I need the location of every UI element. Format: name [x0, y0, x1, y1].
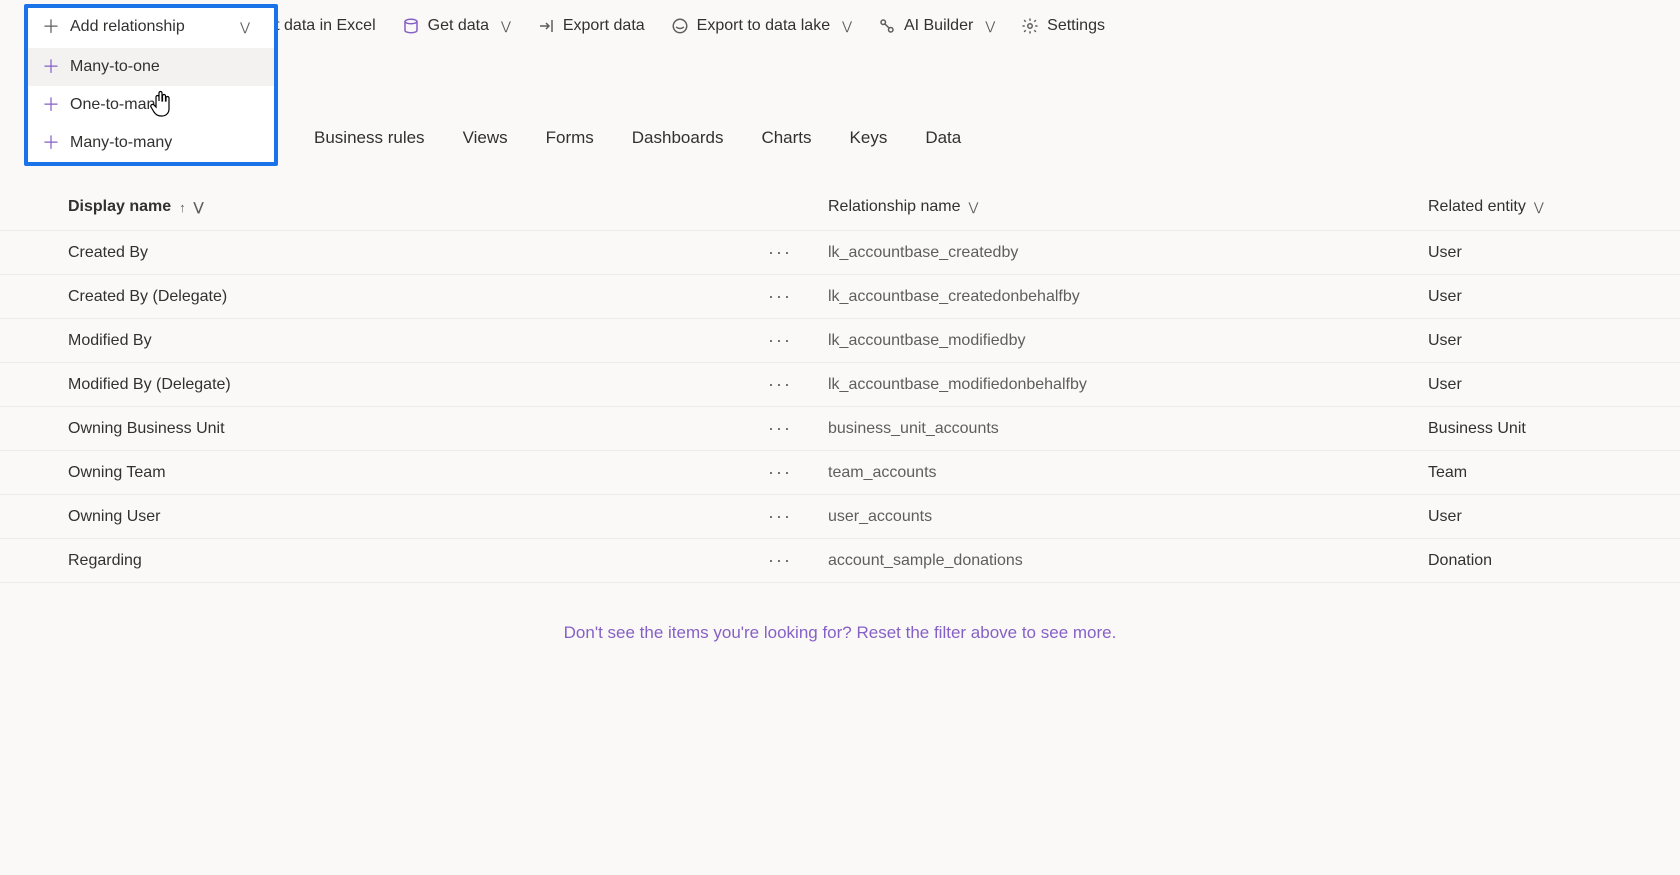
- relationships-table: Display name ↑ ⋁ Relationship name ⋁ Rel…: [0, 184, 1680, 583]
- cell-relationship-name: business_unit_accounts: [828, 420, 1428, 438]
- export-icon: [537, 17, 555, 35]
- chevron-down-icon: ⋁: [985, 19, 995, 33]
- table-body: Created By···lk_accountbase_createdbyUse…: [0, 231, 1680, 583]
- row-more-button[interactable]: ···: [768, 418, 828, 439]
- dropdown-item-label: Many-to-one: [70, 58, 160, 76]
- empty-state-message: Don't see the items you're looking for? …: [0, 583, 1680, 683]
- row-more-button[interactable]: ···: [768, 286, 828, 307]
- table-header: Display name ↑ ⋁ Relationship name ⋁ Rel…: [0, 184, 1680, 231]
- tab-views[interactable]: Views: [459, 122, 512, 154]
- tab-forms[interactable]: Forms: [542, 122, 598, 154]
- add-relationship-dropdown: ＋ Add relationship ⋁ ＋ Many-to-one ＋ One…: [24, 4, 278, 166]
- get-data-button[interactable]: Get data ⋁: [390, 11, 523, 41]
- settings-button[interactable]: Settings: [1009, 11, 1117, 41]
- sort-ascending-icon: ↑: [179, 200, 186, 215]
- table-row[interactable]: Owning Team···team_accountsTeam: [0, 451, 1680, 495]
- cell-relationship-name: lk_accountbase_createdby: [828, 244, 1428, 262]
- column-header-related-entity[interactable]: Related entity ⋁: [1428, 198, 1632, 216]
- table-row[interactable]: Owning User···user_accountsUser: [0, 495, 1680, 539]
- export-data-button[interactable]: Export data: [525, 11, 657, 41]
- tab-business-rules[interactable]: Business rules: [310, 122, 429, 154]
- cell-relationship-name: lk_accountbase_modifiedby: [828, 332, 1428, 350]
- row-more-button[interactable]: ···: [768, 550, 828, 571]
- cell-display-name: Created By (Delegate): [68, 288, 768, 306]
- dropdown-item-label: Many-to-many: [70, 134, 172, 152]
- cell-relationship-name: lk_accountbase_modifiedonbehalfby: [828, 376, 1428, 394]
- export-lake-label: Export to data lake: [697, 17, 830, 35]
- column-header-label: Display name: [68, 198, 171, 216]
- cell-related-entity: User: [1428, 508, 1632, 526]
- table-row[interactable]: Modified By···lk_accountbase_modifiedbyU…: [0, 319, 1680, 363]
- cell-display-name: Created By: [68, 244, 768, 262]
- table-row[interactable]: Created By (Delegate)···lk_accountbase_c…: [0, 275, 1680, 319]
- cell-display-name: Modified By: [68, 332, 768, 350]
- get-data-label: Get data: [428, 17, 489, 35]
- cell-display-name: Modified By (Delegate): [68, 376, 768, 394]
- plus-icon: ＋: [42, 134, 60, 152]
- cell-related-entity: Business Unit: [1428, 420, 1632, 438]
- cell-relationship-name: team_accounts: [828, 464, 1428, 482]
- settings-label: Settings: [1047, 17, 1105, 35]
- cell-related-entity: User: [1428, 376, 1632, 394]
- tab-data[interactable]: Data: [921, 122, 965, 154]
- tab-keys[interactable]: Keys: [846, 122, 892, 154]
- cell-display-name: Regarding: [68, 552, 768, 570]
- plus-icon: ＋: [42, 58, 60, 76]
- tab-dashboards[interactable]: Dashboards: [628, 122, 728, 154]
- cell-display-name: Owning Team: [68, 464, 768, 482]
- cell-relationship-name: user_accounts: [828, 508, 1428, 526]
- chevron-down-icon: ⋁: [969, 200, 979, 214]
- cell-display-name: Owning User: [68, 508, 768, 526]
- plus-icon: ＋: [42, 18, 60, 36]
- row-more-button[interactable]: ···: [768, 506, 828, 527]
- dropdown-item-label: One-to-many: [70, 96, 163, 114]
- column-header-display-name[interactable]: Display name ↑ ⋁: [68, 198, 828, 216]
- table-row[interactable]: Created By···lk_accountbase_createdbyUse…: [0, 231, 1680, 275]
- cell-related-entity: User: [1428, 244, 1632, 262]
- export-data-lake-button[interactable]: Export to data lake ⋁: [659, 11, 864, 41]
- column-header-label: Related entity: [1428, 198, 1526, 216]
- cell-related-entity: Team: [1428, 464, 1632, 482]
- cell-relationship-name: account_sample_donations: [828, 552, 1428, 570]
- cell-relationship-name: lk_accountbase_createdonbehalfby: [828, 288, 1428, 306]
- table-row[interactable]: Owning Business Unit···business_unit_acc…: [0, 407, 1680, 451]
- add-relationship-header[interactable]: ＋ Add relationship ⋁: [28, 8, 274, 48]
- cell-related-entity: User: [1428, 288, 1632, 306]
- cell-related-entity: Donation: [1428, 552, 1632, 570]
- chevron-down-icon: ⋁: [501, 19, 511, 33]
- cell-related-entity: User: [1428, 332, 1632, 350]
- column-header-label: Relationship name: [828, 198, 961, 216]
- row-more-button[interactable]: ···: [768, 330, 828, 351]
- row-more-button[interactable]: ···: [768, 374, 828, 395]
- cell-display-name: Owning Business Unit: [68, 420, 768, 438]
- dropdown-item-many-to-one[interactable]: ＋ Many-to-one: [28, 48, 274, 86]
- add-relationship-label: Add relationship: [70, 18, 185, 36]
- data-lake-icon: [671, 17, 689, 35]
- chevron-down-icon: ⋁: [194, 200, 204, 214]
- ai-builder-label: AI Builder: [904, 17, 973, 35]
- tab-charts[interactable]: Charts: [757, 122, 815, 154]
- export-data-label: Export data: [563, 17, 645, 35]
- column-header-relationship-name[interactable]: Relationship name ⋁: [828, 198, 1428, 216]
- chevron-down-icon: ⋁: [240, 20, 250, 34]
- gear-icon: [1021, 17, 1039, 35]
- table-row[interactable]: Modified By (Delegate)···lk_accountbase_…: [0, 363, 1680, 407]
- row-more-button[interactable]: ···: [768, 462, 828, 483]
- row-more-button[interactable]: ···: [768, 242, 828, 263]
- ai-builder-icon: [878, 17, 896, 35]
- dropdown-item-many-to-many[interactable]: ＋ Many-to-many: [28, 124, 274, 162]
- dropdown-item-one-to-many[interactable]: ＋ One-to-many: [28, 86, 274, 124]
- plus-icon: ＋: [42, 96, 60, 114]
- database-icon: [402, 17, 420, 35]
- table-row[interactable]: Regarding···account_sample_donationsDona…: [0, 539, 1680, 583]
- chevron-down-icon: ⋁: [842, 19, 852, 33]
- ai-builder-button[interactable]: AI Builder ⋁: [866, 11, 1007, 41]
- chevron-down-icon: ⋁: [1534, 200, 1544, 214]
